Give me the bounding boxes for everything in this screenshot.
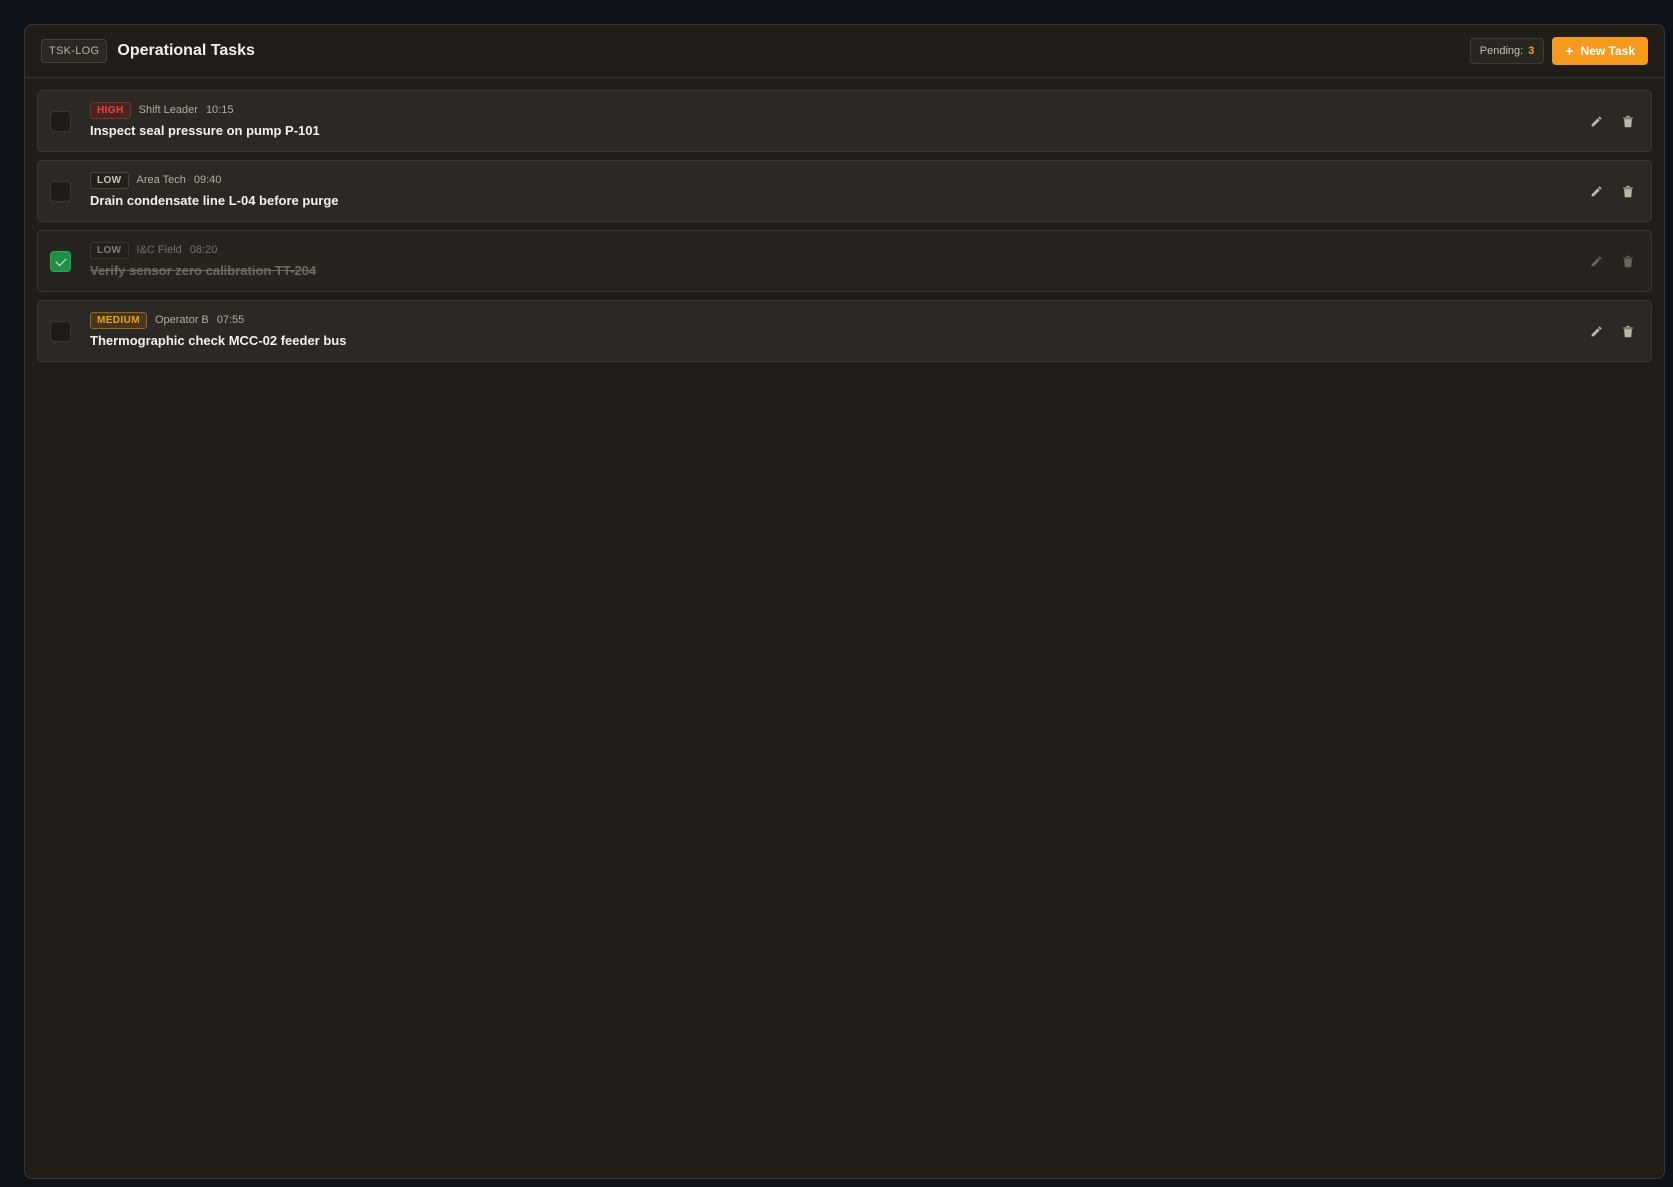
plus-icon: +: [1565, 43, 1574, 59]
trash-icon[interactable]: [1619, 251, 1637, 271]
task-body: LOW I&C Field 08:20 Verify sensor zero c…: [90, 241, 316, 278]
task-body: MEDIUM Operator B 07:55 Thermographic ch…: [90, 311, 346, 348]
edit-icon[interactable]: [1587, 251, 1605, 271]
task-checkbox-checked[interactable]: [50, 251, 71, 272]
task-title: Inspect seal pressure on pump P-101: [90, 123, 320, 138]
edit-icon[interactable]: [1587, 111, 1605, 131]
task-meta: HIGH Shift Leader 10:15: [90, 101, 320, 119]
log-tag: TSK-LOG: [41, 39, 108, 63]
task-actions: [1587, 181, 1637, 201]
priority-badge: LOW: [90, 171, 129, 189]
task-meta: MEDIUM Operator B 07:55: [90, 311, 346, 329]
task-owner: I&C Field: [136, 244, 182, 256]
task-time: 09:40: [193, 174, 222, 186]
task-list: HIGH Shift Leader 10:15 Inspect seal pre…: [25, 78, 1664, 362]
task-time: 07:55: [216, 314, 245, 326]
edit-icon[interactable]: [1587, 321, 1605, 341]
task-time: 10:15: [205, 104, 234, 116]
panel-header: TSK-LOG Operational Tasks Pending: 3 + N…: [25, 25, 1664, 78]
task-item-completed: LOW I&C Field 08:20 Verify sensor zero c…: [37, 230, 1652, 292]
task-panel: TSK-LOG Operational Tasks Pending: 3 + N…: [24, 24, 1665, 1179]
task-checkbox[interactable]: [50, 321, 71, 342]
task-checkbox[interactable]: [50, 181, 71, 202]
header-actions: Pending: 3 + New Task: [1469, 37, 1648, 65]
task-owner: Operator B: [154, 314, 209, 326]
task-meta: LOW Area Tech 09:40: [90, 171, 339, 189]
pending-label: Pending:: [1479, 45, 1524, 57]
task-owner: Shift Leader: [138, 104, 198, 116]
task-actions: [1587, 251, 1637, 271]
task-body: LOW Area Tech 09:40 Drain condensate lin…: [90, 171, 339, 208]
task-item: MEDIUM Operator B 07:55 Thermographic ch…: [37, 300, 1652, 362]
task-title: Drain condensate line L-04 before purge: [90, 193, 339, 208]
pending-count: 3: [1528, 45, 1535, 57]
task-title: Thermographic check MCC-02 feeder bus: [90, 333, 347, 348]
priority-badge: LOW: [90, 241, 129, 259]
task-checkbox[interactable]: [50, 111, 71, 132]
task-owner: Area Tech: [136, 174, 186, 186]
task-item: LOW Area Tech 09:40 Drain condensate lin…: [37, 160, 1652, 222]
priority-badge: MEDIUM: [90, 311, 147, 329]
check-icon: [54, 254, 67, 266]
edit-icon[interactable]: [1587, 181, 1605, 201]
page-title: Operational Tasks: [117, 42, 255, 59]
trash-icon[interactable]: [1619, 111, 1637, 131]
task-actions: [1587, 321, 1637, 341]
trash-icon[interactable]: [1619, 321, 1637, 341]
task-title: Verify sensor zero calibration TT-204: [90, 263, 317, 278]
task-body: HIGH Shift Leader 10:15 Inspect seal pre…: [90, 101, 320, 138]
task-meta: LOW I&C Field 08:20: [90, 241, 316, 259]
task-time: 08:20: [189, 244, 218, 256]
new-task-button[interactable]: + New Task: [1552, 37, 1648, 65]
new-task-label: New Task: [1580, 44, 1635, 58]
trash-icon[interactable]: [1619, 181, 1637, 201]
priority-badge: HIGH: [90, 101, 131, 119]
task-item: HIGH Shift Leader 10:15 Inspect seal pre…: [37, 90, 1652, 152]
task-actions: [1587, 111, 1637, 131]
pending-badge: Pending: 3: [1469, 38, 1545, 64]
